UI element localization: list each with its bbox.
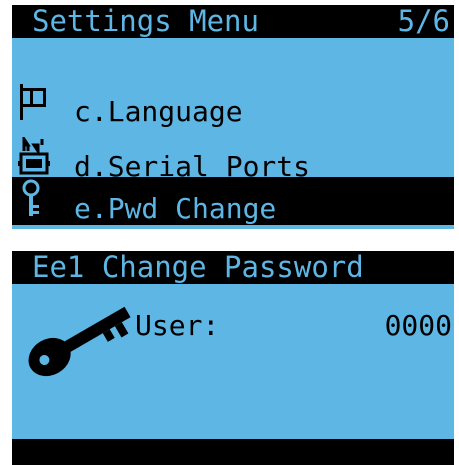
menu-item-label: e.Pwd Change xyxy=(74,192,277,225)
screen-title: Settings Menu xyxy=(32,5,259,38)
status-bar xyxy=(12,439,454,465)
menu-item-label: c.Language xyxy=(74,95,243,128)
user-password-value[interactable]: 0000 xyxy=(385,309,452,342)
screen-title: Ee1 Change Password xyxy=(32,251,364,284)
user-field-label: User: xyxy=(135,309,220,342)
settings-menu-screen: Settings Menu 5/6 c.Language d.Serial Po… xyxy=(12,5,454,229)
settings-menu-titlebar: Settings Menu 5/6 xyxy=(12,5,454,38)
change-password-screen: Ee1 Change Password User: 0000 xyxy=(12,251,454,465)
key-icon xyxy=(22,179,40,216)
flag-icon xyxy=(20,84,46,120)
menu-item-pwd-change[interactable]: e.Pwd Change xyxy=(12,177,454,225)
change-password-titlebar: Ee1 Change Password xyxy=(12,251,454,284)
serial-port-icon xyxy=(18,137,50,175)
key-icon xyxy=(28,306,131,377)
menu-item-language[interactable]: c.Language xyxy=(12,80,454,128)
menu-item-serial-ports[interactable]: d.Serial Ports xyxy=(12,135,454,183)
page-indicator: 5/6 xyxy=(397,5,450,38)
